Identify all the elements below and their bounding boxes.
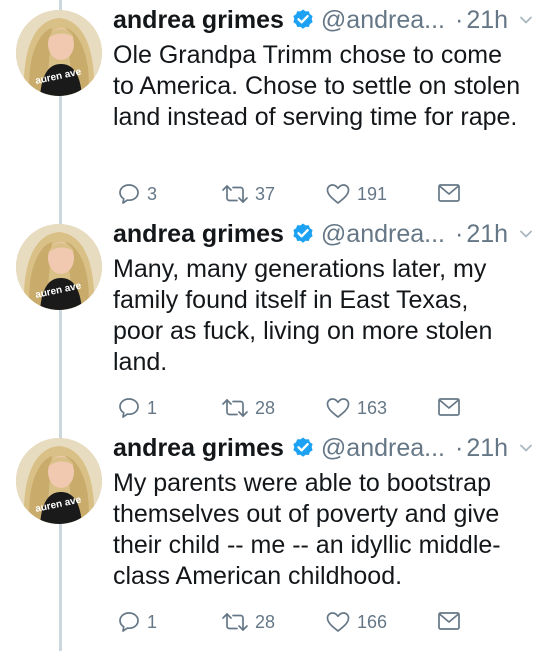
chevron-down-icon[interactable]	[518, 440, 534, 456]
direct-message-icon	[438, 612, 460, 630]
tweet-actions: 3 37 191	[113, 182, 473, 212]
direct-message-button[interactable]	[437, 182, 461, 204]
like-icon	[326, 184, 350, 204]
verified-icon	[291, 436, 315, 460]
retweet-icon	[222, 185, 248, 203]
display-name[interactable]: andrea grimes	[113, 6, 284, 35]
tweet-header: andrea grimes @andrea... · 21h	[113, 430, 534, 466]
direct-message-button[interactable]	[437, 396, 461, 418]
avatar[interactable]: auren ave	[16, 224, 102, 310]
reply-count: 1	[147, 611, 158, 632]
separator-dot: ·	[454, 219, 464, 248]
retweet-count: 28	[255, 397, 276, 418]
timestamp[interactable]: 21h	[466, 434, 508, 463]
chevron-down-icon[interactable]	[518, 12, 534, 28]
timestamp[interactable]: 21h	[466, 220, 508, 249]
reply-icon	[119, 184, 139, 204]
avatar-photo: auren ave	[16, 438, 102, 524]
reply-button[interactable]: 3	[117, 182, 157, 206]
tweet-text: My parents were able to bootstrap themse…	[113, 469, 501, 590]
tweet-actions: 1 28 166	[113, 610, 473, 640]
avatar-photo: auren ave	[16, 224, 102, 310]
tweet-header: andrea grimes @andrea... · 21h	[113, 2, 534, 38]
retweet-icon	[222, 399, 248, 417]
like-button[interactable]: 163	[325, 396, 387, 420]
user-handle[interactable]: @andrea...	[321, 6, 445, 35]
direct-message-icon	[438, 184, 460, 202]
timestamp[interactable]: 21h	[466, 6, 508, 35]
user-handle[interactable]: @andrea...	[321, 220, 445, 249]
display-name[interactable]: andrea grimes	[113, 220, 284, 249]
avatar[interactable]: auren ave	[16, 10, 102, 96]
retweet-button[interactable]: 28	[221, 610, 275, 634]
reply-icon	[119, 612, 139, 632]
verified-icon	[291, 222, 315, 246]
retweet-button[interactable]: 37	[221, 182, 275, 206]
separator-dot: ·	[454, 433, 464, 462]
like-count: 166	[357, 611, 388, 632]
reply-button[interactable]: 1	[117, 396, 157, 420]
avatar[interactable]: auren ave	[16, 438, 102, 524]
chevron-down-icon[interactable]	[518, 226, 534, 242]
user-handle[interactable]: @andrea...	[321, 434, 445, 463]
tweet-text: Many, many generations later, my family …	[113, 255, 493, 376]
retweet-count: 37	[255, 183, 276, 204]
retweet-button[interactable]: 28	[221, 396, 275, 420]
reply-count: 3	[147, 183, 158, 204]
tweet-header: andrea grimes @andrea... · 21h	[113, 216, 534, 252]
verified-icon	[291, 8, 315, 32]
like-button[interactable]: 191	[325, 182, 387, 206]
like-count: 191	[357, 183, 388, 204]
like-icon	[326, 612, 350, 632]
direct-message-button[interactable]	[437, 610, 461, 632]
like-count: 163	[357, 397, 388, 418]
avatar-photo: auren ave	[16, 10, 102, 96]
tweet[interactable]: auren ave andrea grimes @andrea... · 21h…	[0, 428, 540, 642]
tweet-actions: 1 28 163	[113, 396, 473, 426]
reply-count: 1	[147, 397, 158, 418]
reply-icon	[119, 398, 139, 418]
display-name[interactable]: andrea grimes	[113, 434, 284, 463]
like-icon	[326, 398, 350, 418]
reply-button[interactable]: 1	[117, 610, 157, 634]
like-button[interactable]: 166	[325, 610, 387, 634]
tweet[interactable]: auren ave andrea grimes @andrea... · 21h…	[0, 214, 540, 428]
retweet-count: 28	[255, 611, 276, 632]
separator-dot: ·	[454, 5, 464, 34]
tweet-text: Ole Grandpa Trimm chose to come to Ameri…	[113, 41, 521, 131]
tweet[interactable]: auren ave andrea grimes @andrea... · 21h…	[0, 0, 540, 214]
direct-message-icon	[438, 398, 460, 416]
retweet-icon	[222, 613, 248, 631]
